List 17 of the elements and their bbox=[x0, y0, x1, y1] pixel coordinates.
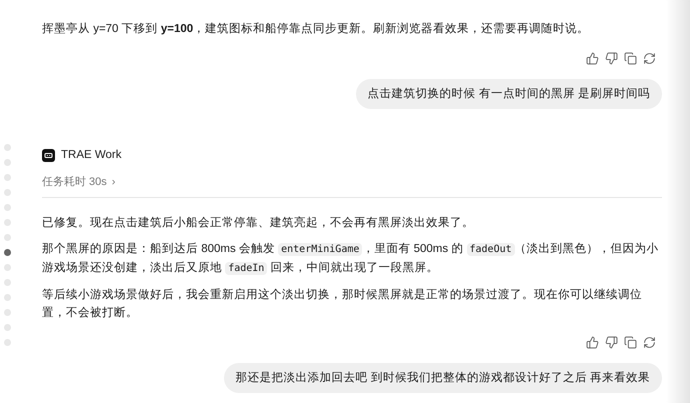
message-paragraph: 等后续小游戏场景做好后，我会重新启用这个淡出切换，那时候黑屏就是正常的场景过渡了。现在你可以继续调位置，不会被打断。 bbox=[42, 287, 643, 321]
message-paragraph: 已修复。现在点击建筑后小船会正常停靠、建筑亮起，不会再有黑屏淡出效果了。 bbox=[42, 215, 475, 231]
copy-icon[interactable] bbox=[624, 336, 637, 349]
copy-icon[interactable] bbox=[624, 52, 637, 65]
agent-name: TRAE Work bbox=[61, 148, 122, 163]
thumbs-up-icon[interactable] bbox=[586, 52, 599, 65]
thumbs-up-icon[interactable] bbox=[586, 336, 599, 349]
thumbs-down-icon[interactable] bbox=[605, 336, 618, 349]
message-paragraph: 挥墨亭从 y=70 下移到 y=100，建筑图标和船停靠点同步更新。刷新浏览器看效果，还需要再调随时说。 bbox=[42, 21, 590, 37]
user-message-bubble: 那还是把淡出添加回去吧 到时候我们把整体的游戏都设计好了之后 再来看效果 bbox=[224, 362, 662, 393]
task-duration-toggle[interactable]: 任务耗时 30s › bbox=[42, 174, 116, 191]
thumbs-down-icon[interactable] bbox=[605, 52, 618, 65]
message-paragraph: 那个黑屏的原因是：船到达后 800ms 会触发 enterMiniGame ，里面有 500ms 的 fadeOut （淡出到黑色），但因为小游戏场景还没创建，淡出后又原地 fadeIn 回来，中间就出现了一段黑屏。 bbox=[42, 242, 660, 277]
user-message-bubble: 点击建筑切换的时候 有一点时间的黑屏 是刷屏时间吗 bbox=[356, 79, 662, 109]
regenerate-icon[interactable] bbox=[643, 52, 656, 65]
robot-icon bbox=[42, 149, 55, 162]
regenerate-icon[interactable] bbox=[643, 336, 656, 349]
